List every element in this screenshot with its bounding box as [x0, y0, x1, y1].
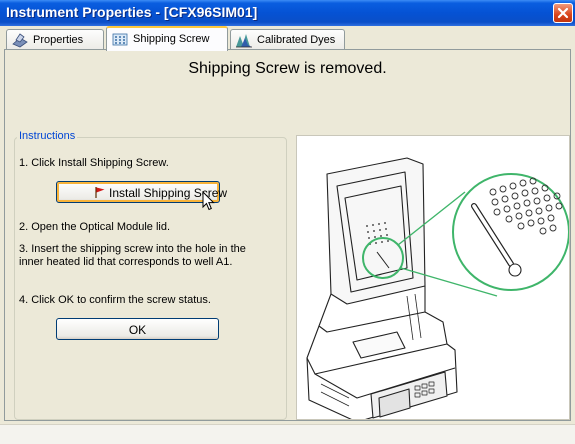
step-3-text-line-2: inner heated lid that corresponds to wel… — [19, 256, 233, 268]
step-4-text: 4. Click OK to confirm the screw status. — [19, 294, 211, 306]
tab-calibrated-dyes-label: Calibrated Dyes — [257, 34, 336, 46]
mouse-cursor-icon — [202, 191, 215, 211]
status-bar — [0, 424, 575, 444]
tab-properties-label: Properties — [33, 34, 84, 46]
window-title: Instrument Properties - [CFX96SIM01] — [6, 4, 258, 20]
ok-button-label: OK — [128, 323, 147, 337]
title-bar[interactable]: Instrument Properties - [CFX96SIM01] — [0, 0, 575, 26]
tab-shipping-screw-label: Shipping Screw — [133, 33, 210, 45]
instrument-illustration-panel — [296, 135, 570, 423]
instrument-open-lid-illustration — [306, 157, 570, 423]
instrument-icon — [12, 33, 28, 48]
instrument-properties-window: Instrument Properties - [CFX96SIM01] Pro… — [0, 0, 575, 444]
dye-spectrum-icon — [236, 34, 252, 48]
ok-button[interactable]: OK — [56, 318, 219, 340]
close-icon — [557, 7, 569, 19]
close-button[interactable] — [553, 3, 573, 23]
plate-icon — [112, 33, 128, 46]
instructions-group: Instructions 1. Click Install Shipping S… — [14, 130, 287, 420]
instructions-title: Instructions — [17, 130, 78, 142]
tab-properties[interactable]: Properties — [6, 29, 104, 50]
step-3-text-line-1: 3. Insert the shipping screw into the ho… — [19, 243, 246, 255]
flag-icon — [95, 187, 105, 198]
screw-status-message: Shipping Screw is removed. — [188, 60, 387, 77]
tab-strip: Properties Shipping Screw Calibrated Dye… — [0, 26, 575, 51]
step-1-text: 1. Click Install Shipping Screw. — [19, 157, 169, 169]
tab-shipping-screw[interactable]: Shipping Screw — [106, 26, 228, 51]
tab-calibrated-dyes[interactable]: Calibrated Dyes — [230, 29, 345, 50]
install-shipping-screw-button[interactable]: Install Shipping Screw — [56, 181, 227, 203]
shipping-screw-panel: Shipping Screw is removed. Instructions … — [4, 49, 571, 423]
step-2-text: 2. Open the Optical Module lid. — [19, 221, 171, 233]
